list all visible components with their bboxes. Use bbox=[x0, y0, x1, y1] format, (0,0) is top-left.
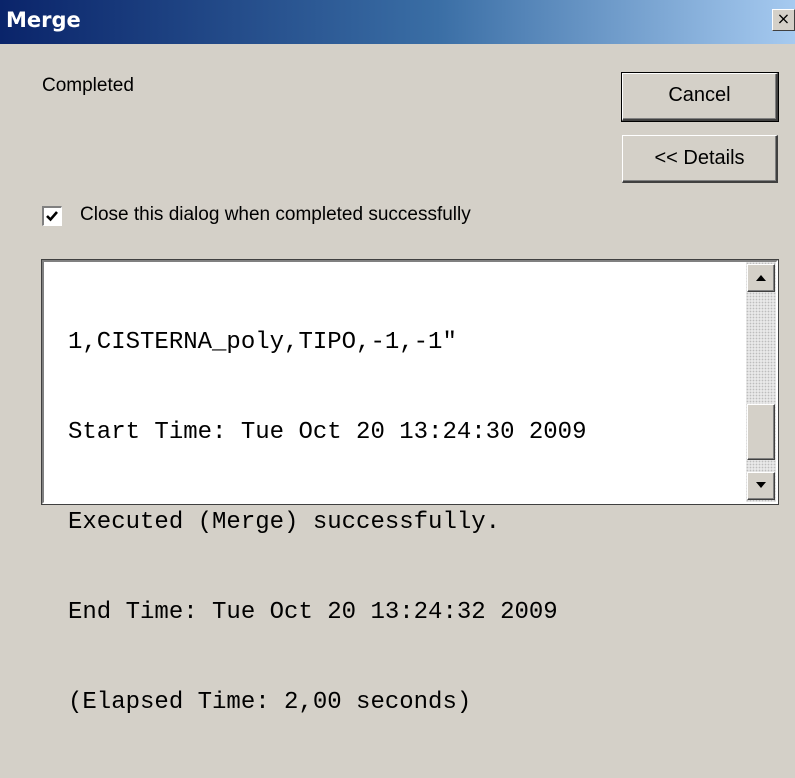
status-text: Completed bbox=[42, 75, 134, 96]
vertical-scrollbar[interactable] bbox=[746, 262, 776, 502]
checkmark-icon bbox=[46, 211, 58, 222]
scrollbar-thumb[interactable] bbox=[747, 404, 775, 460]
scroll-down-button[interactable] bbox=[747, 472, 775, 500]
details-button[interactable]: << Details bbox=[622, 135, 778, 183]
close-button[interactable]: × bbox=[772, 9, 795, 31]
cancel-button[interactable]: Cancel bbox=[621, 72, 779, 122]
log-output[interactable]: 1,CISTERNA_poly,TIPO,-1,-1" Start Time: … bbox=[41, 259, 779, 716]
log-lines: 1,CISTERNA_poly,TIPO,-1,-1" Start Time: … bbox=[68, 268, 586, 778]
arrow-up-icon bbox=[756, 275, 766, 281]
log-line: End Time: Tue Oct 20 13:24:32 2009 bbox=[68, 599, 558, 626]
scroll-up-button[interactable] bbox=[747, 264, 775, 292]
title-bar: Merge × bbox=[0, 0, 795, 44]
log-line: 1,CISTERNA_poly,TIPO,-1,-1" bbox=[68, 329, 457, 356]
log-line: (Elapsed Time: 2,00 seconds) bbox=[68, 689, 472, 716]
window-title: Merge bbox=[6, 8, 81, 32]
log-line: Executed (Merge) successfully. bbox=[68, 509, 501, 536]
close-on-complete-label: Close this dialog when completed success… bbox=[80, 204, 471, 225]
log-line: Start Time: Tue Oct 20 13:24:30 2009 bbox=[68, 419, 587, 446]
close-on-complete-checkbox[interactable] bbox=[42, 206, 62, 226]
close-icon: × bbox=[776, 9, 791, 28]
arrow-down-icon bbox=[756, 482, 766, 488]
